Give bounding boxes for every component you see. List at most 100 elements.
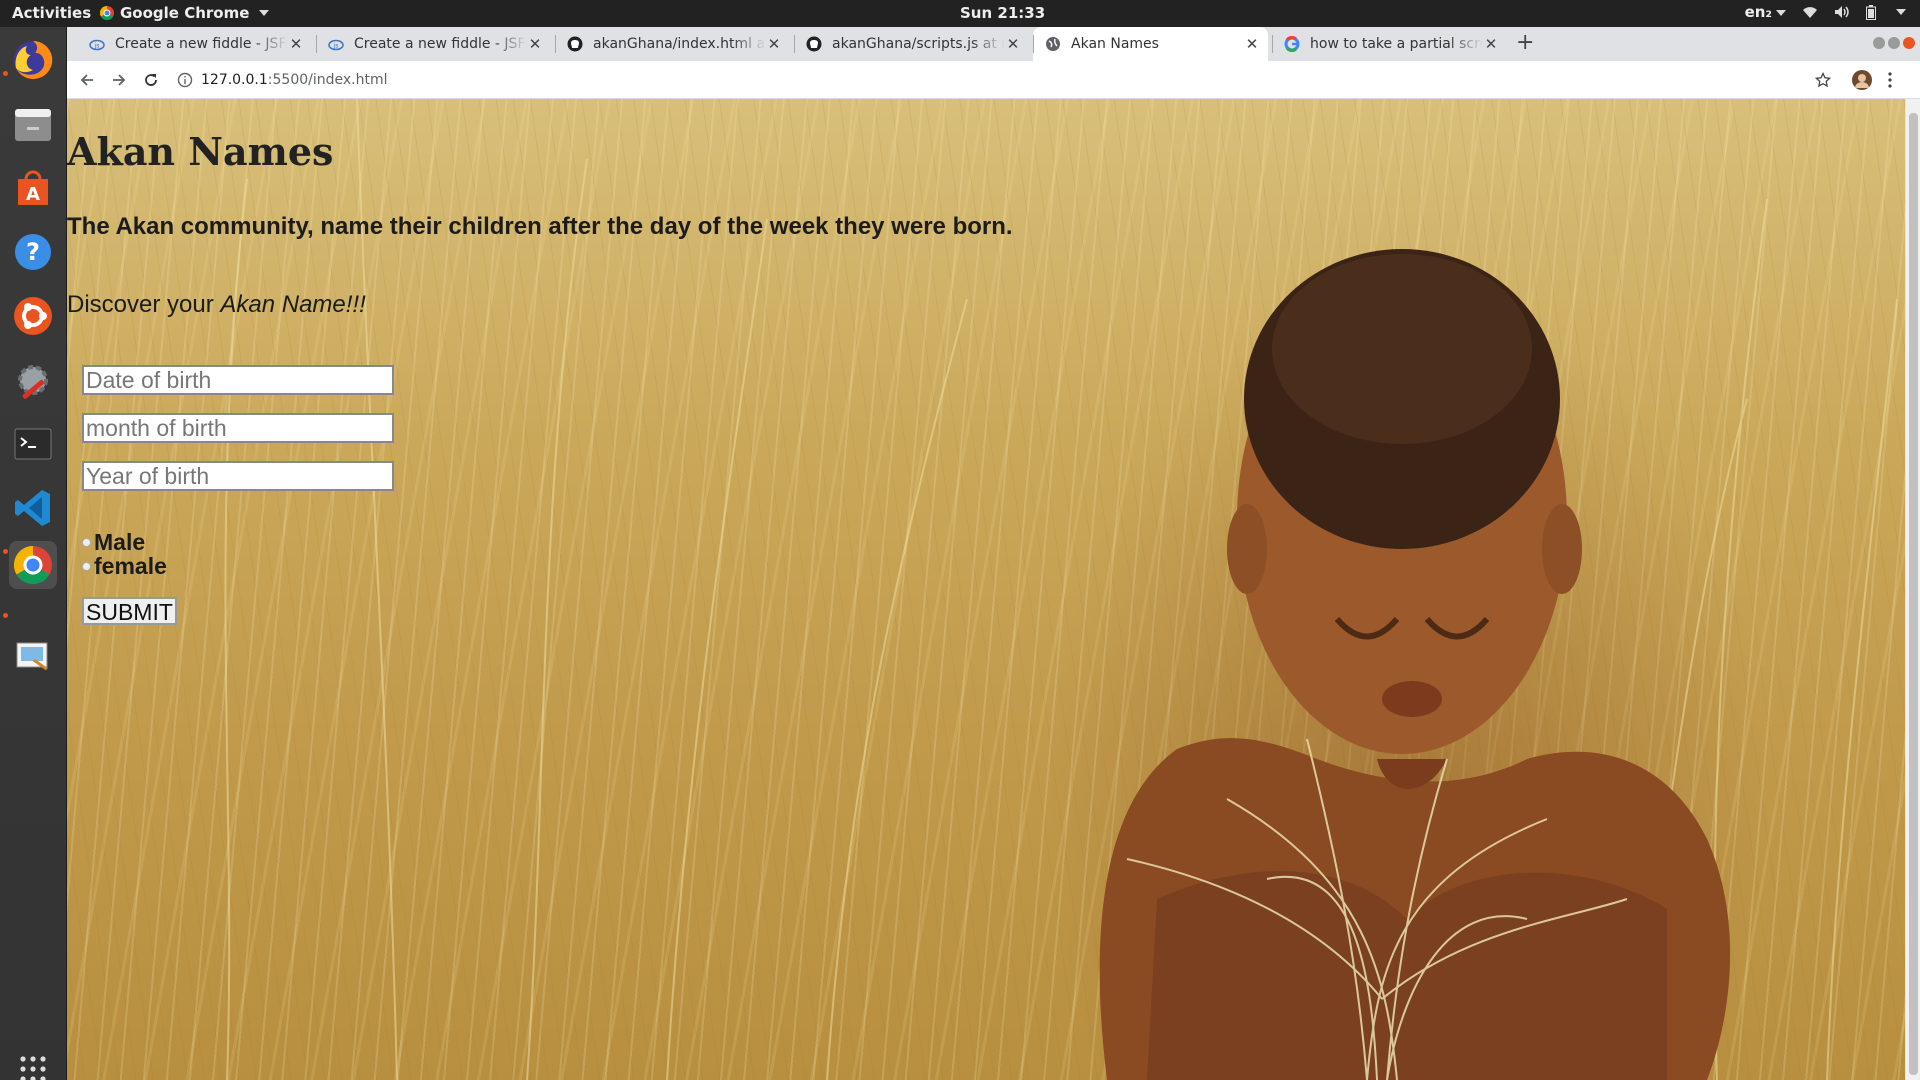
tab-title: akanGhana/index.html at master [593, 36, 766, 52]
year-of-birth-input[interactable] [82, 461, 394, 491]
tab-github-scripts[interactable]: akanGhana/scripts.js at master ✕ [794, 27, 1029, 61]
female-radio[interactable] [82, 562, 91, 571]
gender-female-option[interactable]: female [82, 553, 167, 580]
dock-screenshot[interactable] [9, 634, 57, 682]
svg-text:js: js [94, 43, 100, 50]
keyboard-layout-indicator[interactable]: en₂ [1745, 3, 1786, 21]
grid-icon [20, 1056, 46, 1080]
dock-software[interactable]: A [9, 164, 57, 212]
vscode-icon [15, 490, 50, 526]
running-indicator [3, 549, 8, 554]
close-icon[interactable]: ✕ [527, 35, 543, 53]
svg-text:js: js [333, 43, 339, 50]
reload-icon [145, 74, 157, 86]
bookmark-button[interactable] [1813, 70, 1833, 90]
tab-title: Create a new fiddle - JSFiddle [354, 36, 527, 52]
dock-firefox[interactable] [9, 36, 57, 84]
tab-jsfiddle-1[interactable]: js Create a new fiddle - JSFiddle ✕ [77, 27, 312, 61]
system-tools-icon [18, 365, 48, 399]
app-menu-label: Google Chrome [120, 4, 250, 22]
tab-title: Akan Names [1071, 36, 1159, 52]
dock-show-applications[interactable] [9, 1045, 57, 1080]
back-button[interactable] [77, 70, 97, 90]
running-indicator [3, 613, 8, 618]
address-bar[interactable]: 127.0.0.1:5500/index.html [177, 64, 1857, 96]
arrow-left-icon [80, 74, 93, 86]
tab-github-index[interactable]: akanGhana/index.html at master ✕ [555, 27, 790, 61]
date-of-birth-input[interactable] [82, 365, 394, 395]
month-of-birth-input[interactable] [82, 413, 394, 443]
google-icon [1284, 36, 1300, 52]
intro-text: Discover your Akan Name!!! [67, 291, 366, 319]
close-icon[interactable]: ✕ [1005, 35, 1021, 53]
chrome-icon [13, 545, 52, 585]
activities-button[interactable]: Activities [12, 4, 91, 22]
profile-button[interactable] [1852, 70, 1872, 90]
jsfiddle-icon: js [89, 39, 105, 51]
ubuntu-settings-icon [14, 297, 52, 335]
tab-title: Create a new fiddle - JSFiddle [115, 36, 288, 52]
close-icon[interactable]: ✕ [288, 35, 304, 53]
firefox-icon [14, 40, 53, 79]
dock-help[interactable]: ? [9, 228, 57, 276]
tab-jsfiddle-2[interactable]: js Create a new fiddle - JSFiddle ✕ [316, 27, 551, 61]
files-icon [15, 109, 51, 141]
close-window-button[interactable] [1903, 37, 1915, 49]
software-center-icon: A [18, 170, 48, 205]
kebab-menu-icon [1888, 72, 1892, 88]
info-icon[interactable] [177, 72, 193, 88]
page-subtitle: The Akan community, name their children … [67, 213, 1013, 240]
tab-title: how to take a partial screenshot [1310, 36, 1483, 52]
dock-chrome[interactable] [9, 541, 57, 589]
chevron-down-icon [259, 10, 270, 16]
star-icon [1815, 72, 1831, 88]
dock-vscode[interactable] [9, 484, 57, 532]
tab-title: akanGhana/scripts.js at master [832, 36, 1005, 52]
new-tab-button[interactable]: + [1516, 32, 1534, 54]
scrollbar-thumb[interactable] [1909, 113, 1918, 1075]
dock-files[interactable] [9, 100, 57, 148]
app-menu[interactable]: Google Chrome [100, 4, 270, 22]
running-indicator [3, 71, 8, 76]
tab-strip: js Create a new fiddle - JSFiddle ✕ js C… [67, 27, 1920, 61]
keyboard-layout-label: en₂ [1744, 3, 1772, 21]
child-figure [1099, 249, 1731, 1080]
intro-emphasis: Akan Name!!! [220, 291, 366, 318]
ubuntu-dock: A ? [0, 27, 67, 1080]
maximize-button[interactable] [1888, 37, 1900, 49]
chevron-down-icon [1776, 9, 1786, 16]
clock[interactable]: Sun 21:33 [960, 4, 1045, 22]
female-label: female [94, 553, 167, 579]
submit-button[interactable]: SUBMIT [82, 597, 177, 625]
github-icon [806, 36, 822, 52]
page-title: Akan Names [67, 129, 334, 174]
screenshot-icon [16, 642, 48, 671]
tab-google-search[interactable]: how to take a partial screenshot ✕ [1272, 27, 1507, 61]
jsfiddle-icon: js [328, 39, 344, 51]
close-icon[interactable]: ✕ [1244, 35, 1260, 53]
svg-text:A: A [26, 184, 40, 205]
tab-akan-names[interactable]: Akan Names ✕ [1033, 27, 1268, 61]
page-scrollbar[interactable] [1905, 99, 1920, 1080]
dock-system-tools[interactable] [9, 356, 57, 404]
dock-ubuntu-settings[interactable] [9, 292, 57, 340]
chevron-down-icon [1896, 9, 1906, 15]
globe-icon [1046, 37, 1060, 51]
forward-button[interactable] [109, 70, 129, 90]
system-tray[interactable]: en₂ [1745, 3, 1906, 21]
male-radio[interactable] [82, 538, 91, 547]
arrow-right-icon [113, 74, 126, 86]
minimize-button[interactable] [1873, 37, 1885, 49]
terminal-icon [14, 428, 52, 460]
background-photo [224, 99, 1898, 1080]
intro-prefix: Discover your [67, 291, 221, 318]
gnome-top-bar: Activities Google Chrome Sun 21:33 en₂ [0, 0, 1920, 27]
gender-male-option[interactable]: Male [82, 529, 145, 556]
dock-terminal[interactable] [9, 420, 57, 468]
close-icon[interactable]: ✕ [766, 35, 782, 53]
chrome-menu-button[interactable] [1880, 70, 1900, 90]
browser-toolbar: 127.0.0.1:5500/index.html [67, 61, 1920, 99]
reload-button[interactable] [141, 70, 161, 90]
close-icon[interactable]: ✕ [1483, 35, 1499, 53]
volume-icon [1835, 6, 1849, 18]
